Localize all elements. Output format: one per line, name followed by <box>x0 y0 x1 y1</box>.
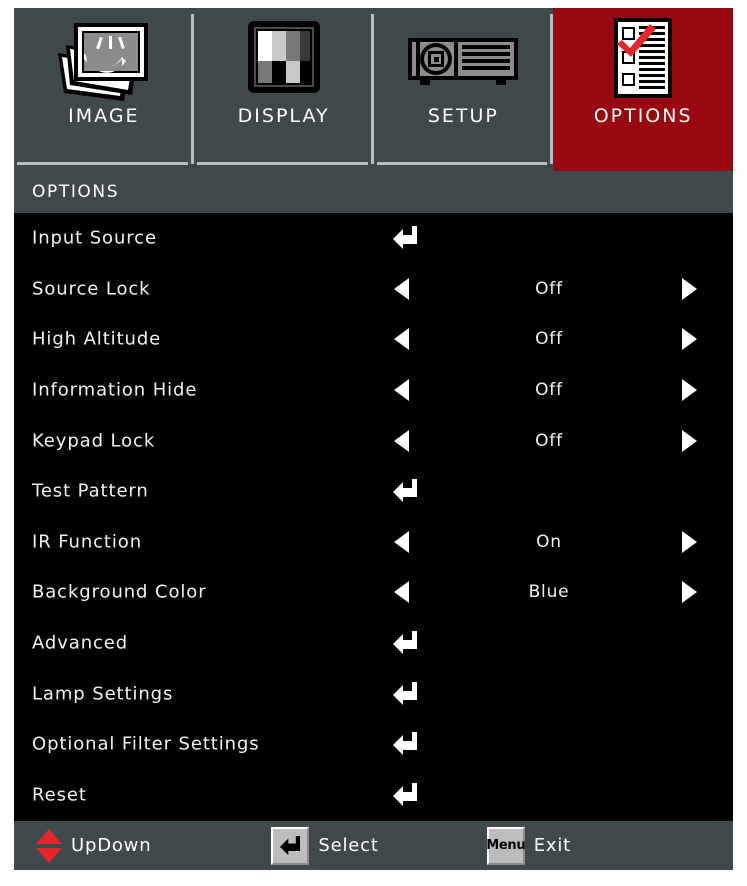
tab-bar: IMAGE DISPLAY SETUP OPTIONS <box>14 8 733 171</box>
menu-row-high-altitude[interactable]: High Altitude Off <box>14 314 733 365</box>
hint-exit: Menu Exit <box>486 821 572 870</box>
osd-menu-window: IMAGE DISPLAY SETUP OPTIONS OPTIONS Inpu… <box>14 8 733 870</box>
arrow-right-icon[interactable] <box>682 277 697 300</box>
arrow-right-icon[interactable] <box>682 328 697 351</box>
menu-row-value: Off <box>535 329 563 350</box>
menu-row-label: Reset <box>32 784 87 806</box>
menu-row-input-source[interactable]: Input Source <box>14 213 733 264</box>
arrow-down-icon <box>36 847 62 863</box>
menu-row-value: Off <box>535 380 563 401</box>
arrow-up-icon <box>36 828 62 844</box>
menu-row-label: Keypad Lock <box>32 430 156 452</box>
menu-key-button[interactable]: Menu <box>486 826 526 865</box>
menu-row-reset[interactable]: Reset <box>14 770 733 821</box>
enter-icon[interactable] <box>391 681 419 706</box>
menu-row-value: Blue <box>528 582 570 603</box>
menu-row-background-color[interactable]: Background Color Blue <box>14 567 733 618</box>
menu-title: OPTIONS <box>14 171 733 213</box>
arrow-left-icon[interactable] <box>394 530 409 553</box>
tab-options-label: OPTIONS <box>593 105 693 127</box>
arrow-right-icon[interactable] <box>682 581 697 604</box>
tab-display[interactable]: DISPLAY <box>193 8 374 171</box>
tab-underline <box>196 162 368 165</box>
arrow-right-icon[interactable] <box>682 379 697 402</box>
footer-hint-bar: UpDown Select Menu Exit <box>14 821 733 870</box>
menu-row-information-hide[interactable]: Information Hide Off <box>14 365 733 416</box>
enter-icon[interactable] <box>391 226 419 250</box>
menu-row-label: Advanced <box>32 632 129 654</box>
menu-row-label: High Altitude <box>32 328 162 350</box>
menu-row-lamp-settings[interactable]: Lamp Settings <box>14 668 733 719</box>
checklist-icon <box>553 8 733 106</box>
hint-select-label: Select <box>318 835 379 856</box>
menu-row-value: Off <box>535 430 563 451</box>
enter-icon[interactable] <box>391 732 419 756</box>
menu-row-test-pattern[interactable]: Test Pattern <box>14 466 733 517</box>
arrow-left-icon[interactable] <box>394 379 409 402</box>
arrow-left-icon[interactable] <box>394 429 409 452</box>
enter-key-button[interactable] <box>271 826 310 865</box>
menu-row-optional-filter-settings[interactable]: Optional Filter Settings <box>14 719 733 770</box>
tab-display-label: DISPLAY <box>237 105 330 127</box>
menu-row-label: Lamp Settings <box>32 683 174 705</box>
arrow-right-icon[interactable] <box>682 530 697 553</box>
tab-image[interactable]: IMAGE <box>14 8 194 171</box>
hint-updown-label: UpDown <box>71 835 152 856</box>
tab-underline <box>17 162 188 165</box>
tab-options[interactable]: OPTIONS <box>553 8 733 171</box>
menu-row-label: Information Hide <box>32 379 198 401</box>
menu-row-label: Source Lock <box>32 278 151 300</box>
menu-row-keypad-lock[interactable]: Keypad Lock Off <box>14 415 733 466</box>
arrow-left-icon[interactable] <box>394 277 409 300</box>
menu-row-source-lock[interactable]: Source Lock Off <box>14 264 733 315</box>
test-pattern-icon <box>194 8 374 106</box>
menu-row-label: Optional Filter Settings <box>32 733 260 755</box>
menu-key-label: Menu <box>486 838 526 853</box>
menu-row-label: Input Source <box>32 227 157 249</box>
menu-row-advanced[interactable]: Advanced <box>14 618 733 669</box>
tab-underline <box>376 162 548 165</box>
tab-setup-label: SETUP <box>427 105 499 127</box>
arrow-left-icon[interactable] <box>394 328 409 351</box>
hint-exit-label: Exit <box>533 835 572 856</box>
tab-setup[interactable]: SETUP <box>373 8 554 171</box>
projector-icon <box>374 8 554 106</box>
hint-select: Select <box>271 821 378 870</box>
menu-row-value: Off <box>535 278 563 299</box>
menu-row-label: Test Pattern <box>32 480 149 502</box>
enter-icon[interactable] <box>391 479 419 503</box>
menu-row-label: IR Function <box>32 531 142 553</box>
image-picture-icon <box>14 8 194 106</box>
menu-rows: Input Source Source Lock Off High Altitu… <box>14 213 733 821</box>
up-down-arrows-icon <box>36 828 62 863</box>
menu-row-value: On <box>536 531 562 552</box>
arrow-left-icon[interactable] <box>394 581 409 604</box>
hint-updown: UpDown <box>14 821 151 870</box>
menu-row-label: Background Color <box>32 581 207 603</box>
enter-icon[interactable] <box>391 631 419 655</box>
arrow-right-icon[interactable] <box>682 429 697 452</box>
tab-image-label: IMAGE <box>68 105 140 127</box>
enter-icon[interactable] <box>391 782 419 807</box>
menu-row-ir-function[interactable]: IR Function On <box>14 517 733 568</box>
